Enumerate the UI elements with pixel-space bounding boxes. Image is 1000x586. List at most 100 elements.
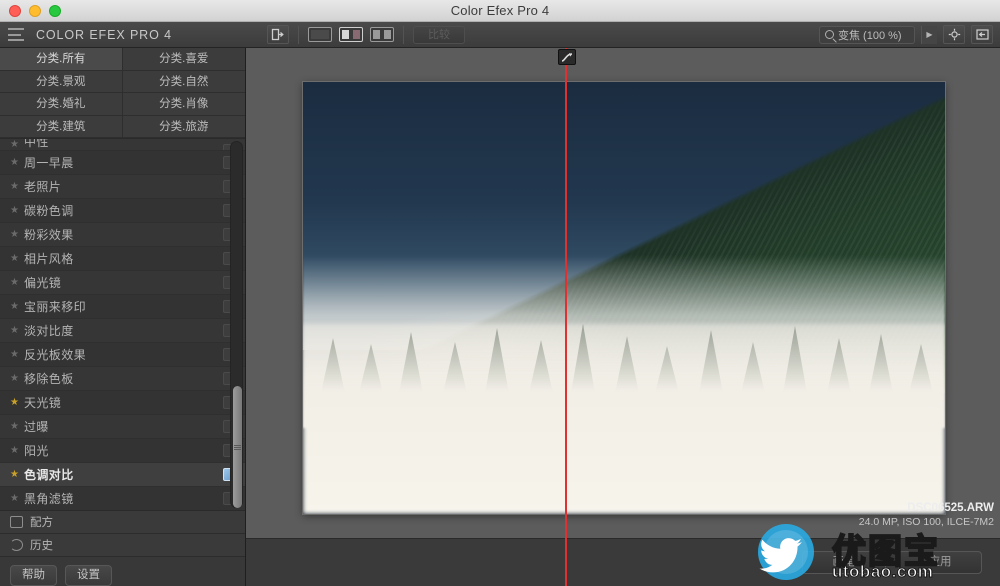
- filter-label: 反光板效果: [24, 348, 87, 362]
- star-icon[interactable]: ★: [10, 229, 24, 240]
- list-item[interactable]: ★ 反光板效果: [0, 343, 245, 367]
- star-icon[interactable]: ★: [10, 157, 24, 168]
- filter-label: 粉彩效果: [24, 228, 74, 242]
- hamburger-icon[interactable]: [8, 28, 26, 41]
- sidebar-buttons: 帮助 设置: [0, 557, 245, 586]
- compare-button[interactable]: 比较: [412, 25, 465, 44]
- app-brand-label: COLOR EFEX PRO 4: [36, 27, 172, 42]
- filter-label: 天光镜: [24, 396, 62, 410]
- split-view-icon[interactable]: [338, 27, 363, 42]
- category-all[interactable]: 分类.所有: [0, 48, 123, 71]
- photo-metadata: DSC06525.ARW 24.0 MP, ISO 100, ILCE-7M2: [859, 502, 994, 528]
- filters-sidebar: 分类.所有 分类.喜爱 分类.景观 分类.自然 分类.婚礼 分类.肖像 分类.建…: [0, 48, 246, 586]
- filter-label: 过曝: [24, 420, 49, 434]
- category-favorites[interactable]: 分类.喜爱: [122, 48, 245, 71]
- brush-button[interactable]: 画笔: [802, 551, 886, 574]
- list-item[interactable]: ★ 淡对比度: [0, 319, 245, 343]
- preview-canvas[interactable]: DSC06525.ARW 24.0 MP, ISO 100, ILCE-7M2 …: [246, 48, 1000, 586]
- view-mode-group: [307, 27, 394, 42]
- list-item[interactable]: ★ 阳光: [0, 439, 245, 463]
- category-travel[interactable]: 分类.旅游: [122, 115, 245, 138]
- filter-label: 淡对比度: [24, 324, 74, 338]
- misty-forest-photo: [303, 82, 945, 514]
- star-icon[interactable]: ★: [10, 445, 24, 456]
- list-item[interactable]: ★ 偏光镜: [0, 271, 245, 295]
- split-divider-line[interactable]: [565, 48, 567, 586]
- apply-button[interactable]: 应用: [898, 551, 982, 574]
- list-item[interactable]: ★ 过曝: [0, 415, 245, 439]
- loupe-icon[interactable]: [943, 25, 965, 44]
- list-item[interactable]: ★ 碳粉色调: [0, 199, 245, 223]
- photo-preview[interactable]: [303, 82, 945, 514]
- filter-list-scroll-content: ★ 中性 ★ 周一早晨 ★ 老照片 ★ 碳粉色调 ★ 粉彩效果 ★ 相片风格 ★…: [0, 139, 245, 510]
- toolbar-separator: [297, 25, 299, 44]
- star-icon[interactable]: ★: [10, 181, 24, 192]
- list-item[interactable]: ★ 移除色板: [0, 367, 245, 391]
- single-view-icon[interactable]: [307, 27, 332, 42]
- star-icon[interactable]: ★: [10, 373, 24, 384]
- star-icon[interactable]: ★: [10, 277, 24, 288]
- filter-label: 黑角滤镜: [24, 492, 74, 506]
- list-item[interactable]: ★ 宝丽来移印: [0, 295, 245, 319]
- split-handle-icon[interactable]: [558, 49, 576, 65]
- filter-label: 相片风格: [24, 252, 74, 266]
- star-icon[interactable]: ★: [10, 325, 24, 336]
- sidebar-footer: 配方 历史 帮助 设置: [0, 510, 245, 586]
- category-landscape[interactable]: 分类.景观: [0, 70, 123, 93]
- list-item[interactable]: ★ 黑角滤镜: [0, 487, 245, 510]
- category-grid: 分类.所有 分类.喜爱 分类.景观 分类.自然 分类.婚礼 分类.肖像 分类.建…: [0, 48, 245, 138]
- category-portrait[interactable]: 分类.肖像: [122, 93, 245, 116]
- filter-label: 宝丽来移印: [24, 300, 87, 314]
- list-item[interactable]: ★ 天光镜: [0, 391, 245, 415]
- toolbar-right-group: 变焦 (100 %) ▶: [819, 25, 1000, 44]
- category-nature[interactable]: 分类.自然: [122, 70, 245, 93]
- filter-label: 偏光镜: [24, 276, 62, 290]
- chevron-right-icon[interactable]: ▶: [921, 25, 937, 44]
- window-titlebar: Color Efex Pro 4: [0, 0, 1000, 22]
- list-item[interactable]: ★ 老照片: [0, 175, 245, 199]
- filter-label: 中性: [24, 139, 49, 149]
- app-toolbar: COLOR EFEX PRO 4 比较 变焦 (100 %) ▶: [0, 22, 1000, 48]
- star-icon[interactable]: ★: [10, 421, 24, 432]
- side-by-side-view-icon[interactable]: [369, 27, 394, 42]
- zoom-control[interactable]: 变焦 (100 %): [819, 25, 915, 44]
- scrollbar-thumb[interactable]: [233, 386, 242, 508]
- star-icon[interactable]: ★: [10, 397, 24, 408]
- filter-list-scrollbar[interactable]: [230, 141, 243, 508]
- list-item[interactable]: ★ 周一早晨: [0, 151, 245, 175]
- filter-label: 碳粉色调: [24, 204, 74, 218]
- toolbar-separator-2: [402, 25, 404, 44]
- filter-label: 阳光: [24, 444, 49, 458]
- filter-label: 老照片: [24, 180, 62, 194]
- photo-low-fog-layer: [303, 323, 945, 514]
- photo-filename: DSC06525.ARW: [907, 502, 994, 514]
- canvas-footer: 画笔 应用: [246, 538, 1000, 586]
- list-item[interactable]: ★ 相片风格: [0, 247, 245, 271]
- window-title: Color Efex Pro 4: [450, 3, 550, 18]
- list-item[interactable]: ★ 中性: [0, 139, 245, 151]
- star-icon[interactable]: ★: [10, 469, 24, 480]
- star-icon[interactable]: ★: [10, 301, 24, 312]
- help-button[interactable]: 帮助: [10, 565, 57, 586]
- list-item[interactable]: ★ 粉彩效果: [0, 223, 245, 247]
- recipes-row[interactable]: 配方: [0, 511, 245, 534]
- settings-button[interactable]: 设置: [65, 565, 112, 586]
- filter-label: 移除色板: [24, 372, 74, 386]
- category-wedding[interactable]: 分类.婚礼: [0, 93, 123, 116]
- zoom-level-label: 变焦 (100 %): [838, 29, 902, 42]
- star-icon[interactable]: ★: [10, 139, 24, 150]
- export-icon[interactable]: [266, 25, 289, 44]
- star-icon[interactable]: ★: [10, 253, 24, 264]
- filter-label: 色调对比: [24, 468, 74, 482]
- application-window: Color Efex Pro 4 COLOR EFEX PRO 4 比较 变焦 …: [0, 0, 1000, 586]
- star-icon[interactable]: ★: [10, 349, 24, 360]
- filter-label: 周一早晨: [24, 156, 74, 170]
- history-label: 历史: [30, 540, 53, 552]
- star-icon[interactable]: ★: [10, 493, 24, 504]
- collapse-panel-icon[interactable]: [971, 25, 993, 44]
- history-row[interactable]: 历史: [0, 534, 245, 557]
- star-icon[interactable]: ★: [10, 205, 24, 216]
- category-architecture[interactable]: 分类.建筑: [0, 115, 123, 138]
- list-item-selected[interactable]: ★ 色调对比: [0, 463, 245, 487]
- filter-list[interactable]: ★ 中性 ★ 周一早晨 ★ 老照片 ★ 碳粉色调 ★ 粉彩效果 ★ 相片风格 ★…: [0, 138, 245, 510]
